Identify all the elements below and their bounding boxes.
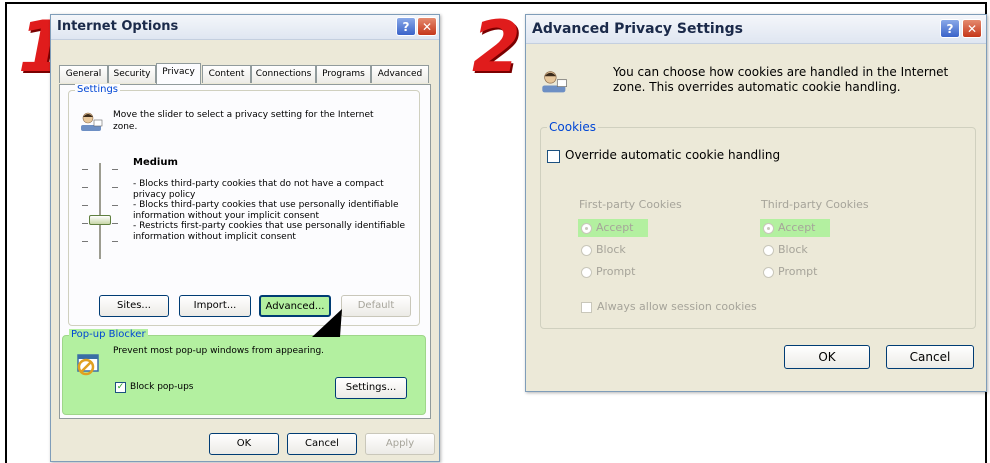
popup-blocker-text: Prevent most pop-up windows from appeari… <box>113 346 325 356</box>
description-line: information without implicit consent <box>133 231 296 242</box>
first-party-accept-radio[interactable] <box>581 223 592 234</box>
tab-strip: General Security Privacy Content Connect… <box>59 63 431 85</box>
apply-button[interactable]: Apply <box>365 433 435 455</box>
slider-tick <box>82 187 88 188</box>
advanced-privacy-window: Advanced Privacy Settings ? ✕ You can ch… <box>525 14 987 392</box>
third-party-block-label: Block <box>778 243 808 256</box>
block-popups-checkbox[interactable]: ✓ <box>115 382 126 393</box>
description-line: privacy policy <box>133 189 196 200</box>
title-bar: Internet Options ? ✕ <box>51 15 439 40</box>
slider-tick <box>112 205 118 206</box>
description-line: - Blocks third-party cookies that do not… <box>133 179 384 189</box>
privacy-description: - Blocks third-party cookies that do not… <box>133 179 405 242</box>
title-bar: Advanced Privacy Settings ? ✕ <box>526 15 986 44</box>
tab-privacy[interactable]: Privacy <box>156 63 201 84</box>
privacy-level: Medium <box>133 157 178 168</box>
window-title: Internet Options <box>57 19 179 34</box>
tab-connections[interactable]: Connections <box>251 65 316 83</box>
third-party-block-radio[interactable] <box>763 245 774 256</box>
slider-tick <box>112 169 118 170</box>
slider-tick <box>82 223 88 224</box>
cancel-button[interactable]: Cancel <box>886 345 974 369</box>
intro-line: You can choose how cookies are handled i… <box>613 65 949 79</box>
settings-intro-line: Move the slider to select a privacy sett… <box>113 110 374 120</box>
first-party-block-label: Block <box>596 243 626 256</box>
window-title: Advanced Privacy Settings <box>532 21 744 37</box>
third-party-accept-label: Accept <box>778 221 816 234</box>
privacy-person-icon <box>540 69 570 95</box>
third-party-prompt-label: Prompt <box>778 265 818 278</box>
slider-tick <box>112 241 118 242</box>
internet-options-window: Internet Options ? ✕ General Security Pr… <box>50 14 440 462</box>
ok-button[interactable]: OK <box>784 345 870 369</box>
step-number-two: 2 <box>472 6 521 88</box>
description-line: - Blocks third-party cookies that use pe… <box>133 200 399 210</box>
tab-security[interactable]: Security <box>108 65 156 83</box>
popup-blocker-group-label: Pop-up Blocker <box>69 329 148 340</box>
settings-group: Settings Move the slider to select a pri… <box>68 84 420 326</box>
first-party-prompt-radio[interactable] <box>581 267 592 278</box>
first-party-label: First-party Cookies <box>579 198 682 211</box>
privacy-panel: Settings Move the slider to select a pri… <box>59 84 431 419</box>
cookies-group-label: Cookies <box>547 120 598 134</box>
session-cookies-checkbox[interactable] <box>581 302 592 313</box>
settings-intro: Move the slider to select a privacy sett… <box>113 109 374 133</box>
tab-content[interactable]: Content <box>202 65 251 83</box>
import-button[interactable]: Import... <box>179 295 251 317</box>
description-line: - Restricts first-party cookies that use… <box>133 221 406 231</box>
block-popups-label: Block pop-ups <box>130 382 194 392</box>
first-party-accept-label: Accept <box>596 221 634 234</box>
privacy-slider-track <box>99 163 101 259</box>
slider-tick <box>112 223 118 224</box>
tab-advanced[interactable]: Advanced <box>371 65 429 83</box>
close-button[interactable]: ✕ <box>962 19 982 38</box>
third-party-prompt-radio[interactable] <box>763 267 774 278</box>
first-party-block-radio[interactable] <box>581 245 592 256</box>
cancel-button[interactable]: Cancel <box>287 433 357 455</box>
privacy-person-icon <box>79 111 105 133</box>
ok-button[interactable]: OK <box>209 433 279 455</box>
pointer-arrow-icon <box>310 307 344 339</box>
slider-tick <box>82 169 88 170</box>
third-party-accept-radio[interactable] <box>763 223 774 234</box>
help-button[interactable]: ? <box>396 17 416 36</box>
popup-blocker-group: Pop-up Blocker Prevent most pop-up windo… <box>62 329 426 415</box>
slider-tick <box>82 241 88 242</box>
outer-frame-top <box>5 2 987 4</box>
override-label: Override automatic cookie handling <box>565 148 781 162</box>
default-button[interactable]: Default <box>341 295 411 317</box>
settings-intro-line: zone. <box>113 122 138 132</box>
advanced-intro: You can choose how cookies are handled i… <box>613 65 948 95</box>
first-party-prompt-label: Prompt <box>596 265 636 278</box>
slider-tick <box>82 205 88 206</box>
session-cookies-label: Always allow session cookies <box>597 300 757 313</box>
close-button[interactable]: ✕ <box>417 17 437 36</box>
tab-general[interactable]: General <box>59 65 108 83</box>
override-checkbox[interactable] <box>547 150 560 163</box>
tab-programs[interactable]: Programs <box>316 65 371 83</box>
intro-line: zone. This overrides automatic cookie ha… <box>613 80 901 94</box>
help-button[interactable]: ? <box>940 19 960 38</box>
outer-frame-left <box>5 2 7 463</box>
settings-group-label: Settings <box>75 84 121 95</box>
popup-blocker-icon <box>75 350 101 376</box>
popup-settings-button[interactable]: Settings... <box>335 377 407 399</box>
third-party-label: Third-party Cookies <box>761 198 869 211</box>
description-line: information without your implicit consen… <box>133 210 320 221</box>
cookies-group: Cookies Override automatic cookie handli… <box>540 120 976 329</box>
privacy-slider-thumb[interactable] <box>89 215 111 225</box>
sites-button[interactable]: Sites... <box>99 295 169 317</box>
slider-tick <box>112 187 118 188</box>
